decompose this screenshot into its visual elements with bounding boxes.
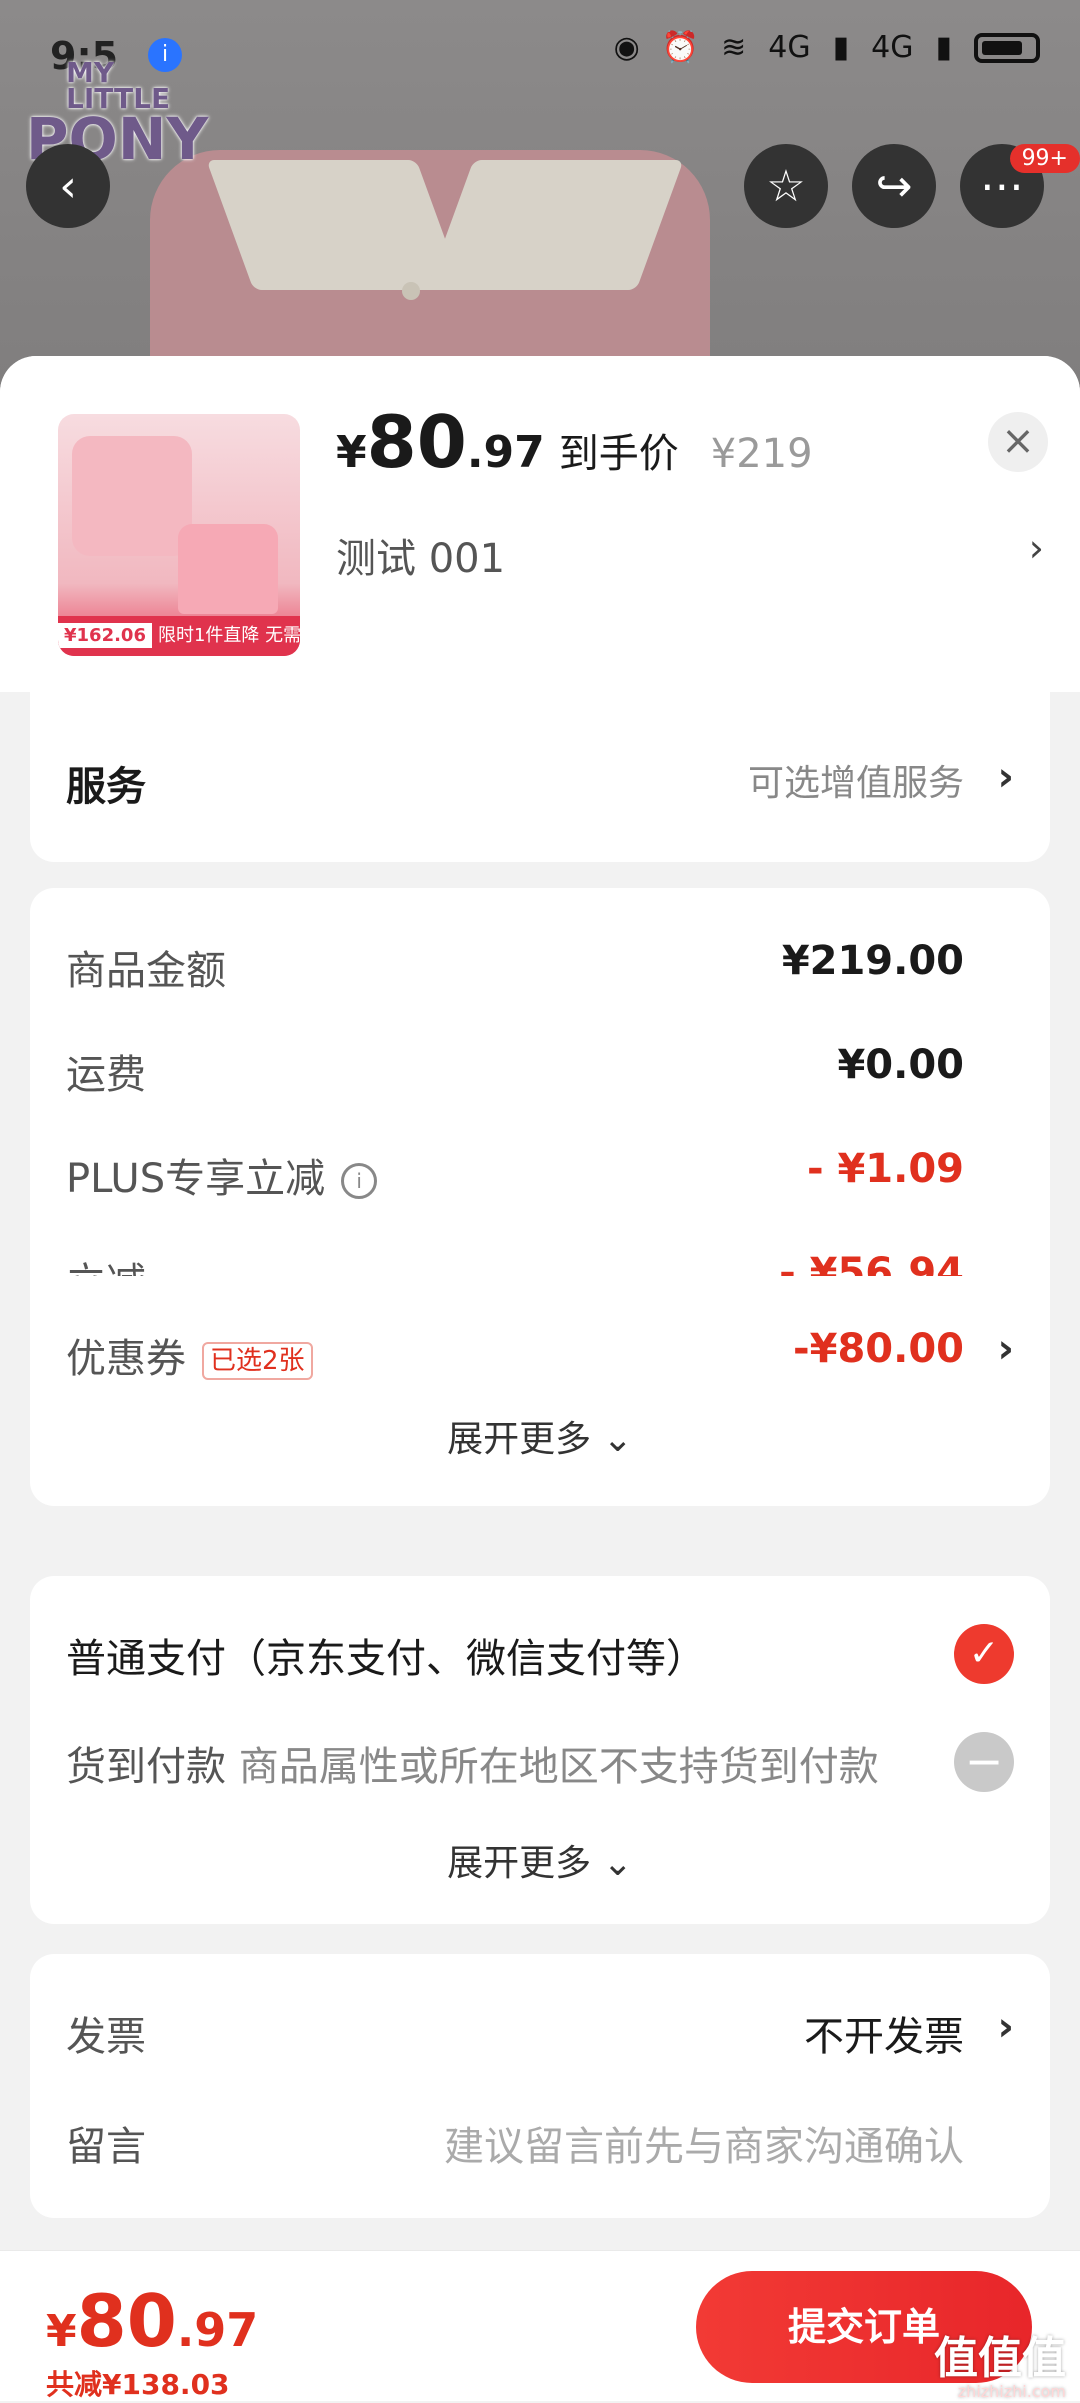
close-button[interactable]: × <box>988 412 1048 472</box>
expand-more-label: 展开更多 <box>447 1419 592 1460</box>
chevron-right-icon[interactable]: › <box>1029 526 1044 570</box>
chevron-right-icon: › <box>997 1326 1014 1372</box>
watermark-main: 值值值 <box>934 2333 1066 2384</box>
close-icon: × <box>1001 418 1035 464</box>
info-icon[interactable]: i <box>341 1163 378 1199</box>
disabled-minus-icon: − <box>954 1732 1014 1792</box>
status-icons: ◉ ⏰ ≋ 4G ▮ 4G ▮ <box>614 30 1040 65</box>
payment-cod-label: 货到付款 商品属性或所在地区不支持货到付款 <box>66 1734 879 1792</box>
chevron-right-icon: › <box>997 754 1014 800</box>
row-label: PLUS专享立减 i <box>66 1146 378 1204</box>
coupon-label: 优惠券 <box>66 1336 186 1382</box>
spec-selector[interactable]: 测试 001 <box>336 526 505 584</box>
pricing-card-lower: 优惠券 已选2张 -¥80.00 › 展开更多 ⌄ <box>30 1276 1050 1506</box>
order-sheet: ¥162.06限时1件直降 无需凑单 ¥ 80 .97 到手价 ¥219 × 测… <box>0 356 1080 2400</box>
checkout-bar: ¥ 80 .97 共减¥138.03 提交订单 <box>0 2250 1080 2401</box>
thumbnail-skirt <box>178 524 278 614</box>
share-button[interactable]: ↪ <box>852 144 936 228</box>
coupon-tag: 已选2张 <box>202 1342 313 1380</box>
thumbnail-cardigan <box>72 436 192 556</box>
wifi-icon: ≋ <box>721 30 747 65</box>
row-value: ¥219.00 <box>781 938 964 984</box>
back-arrow-icon: ‹ <box>59 160 77 212</box>
total-integer: 80 <box>76 2279 177 2363</box>
signal-icon: ▮ <box>832 30 850 65</box>
watermark: 值值值 zhizhizhi.com <box>934 2322 1066 2401</box>
row-value: -¥80.00 <box>793 1326 964 1372</box>
cod-title: 货到付款 <box>66 1744 226 1790</box>
eye-icon: ◉ <box>613 30 640 65</box>
payment-card: 普通支付（京东支付、微信支付等） ✓ 货到付款 商品属性或所在地区不支持货到付款… <box>30 1576 1050 1924</box>
service-title: 服务 <box>66 764 146 810</box>
share-icon: ↪ <box>875 160 913 212</box>
row-label: 运费 <box>66 1052 146 1098</box>
service-card[interactable]: 服务 可选增值服务 › <box>30 692 1050 862</box>
total-currency: ¥ <box>46 2306 77 2357</box>
invoice-label: 发票 <box>66 2014 146 2060</box>
product-image-button <box>402 282 420 300</box>
price-decimal: .97 <box>466 427 545 478</box>
signal-icon: ▮ <box>935 30 952 65</box>
back-button[interactable]: ‹ <box>26 144 110 228</box>
payment-normal-label: 普通支付（京东支付、微信支付等） <box>66 1636 706 1682</box>
service-hint: 可选增值服务 <box>747 763 964 804</box>
price-line: ¥ 80 .97 到手价 ¥219 <box>336 400 813 484</box>
expand-more-payment[interactable]: 展开更多 ⌄ <box>30 1834 1050 1886</box>
chevron-right-icon: › <box>997 2004 1014 2050</box>
thumbnail-price: ¥162.06 <box>58 623 152 648</box>
chevron-down-icon: ⌄ <box>602 1419 633 1460</box>
thumbnail-promo-bar: ¥162.06限时1件直降 无需凑单 <box>58 616 300 656</box>
checkmark-icon[interactable]: ✓ <box>954 1624 1014 1684</box>
thumbnail-promo-text: 限时1件直降 无需凑单 <box>157 625 300 646</box>
row-value: - ¥1.09 <box>806 1146 964 1192</box>
product-thumbnail[interactable]: ¥162.06限时1件直降 无需凑单 <box>58 414 300 656</box>
star-icon: ☆ <box>766 160 806 212</box>
price-integer: 80 <box>366 400 467 484</box>
total-price: ¥ 80 .97 <box>46 2279 258 2363</box>
original-price: ¥219 <box>710 431 813 477</box>
invoice-value: 不开发票 <box>804 2014 964 2060</box>
cod-note: 商品属性或所在地区不支持货到付款 <box>238 1744 879 1790</box>
price-currency: ¥ <box>336 427 367 478</box>
alarm-icon: ⏰ <box>661 30 700 65</box>
expand-more-label: 展开更多 <box>447 1843 592 1884</box>
note-label: 留言 <box>66 2124 146 2170</box>
pricing-card: 商品金额 ¥219.00 运费 ¥0.00 PLUS专享立减 i - ¥1.09 … <box>30 888 1050 1316</box>
watermark-sub: zhizhizhi.com <box>957 2382 1066 2401</box>
battery-icon <box>974 32 1040 63</box>
expand-more-pricing[interactable]: 展开更多 ⌄ <box>30 1410 1050 1462</box>
chevron-down-icon: ⌄ <box>602 1843 633 1884</box>
misc-card: 发票 不开发票 › 留言 建议留言前先与商家沟通确认 <box>30 1954 1050 2218</box>
total-decimal: .97 <box>176 2303 259 2357</box>
plus-discount-label: PLUS专享立减 <box>66 1156 326 1202</box>
signal-label-2: 4G <box>871 30 914 65</box>
signal-label-1: 4G <box>768 30 811 65</box>
product-header: ¥162.06限时1件直降 无需凑单 ¥ 80 .97 到手价 ¥219 × 测… <box>0 356 1080 692</box>
note-input[interactable]: 建议留言前先与商家沟通确认 <box>444 2114 964 2172</box>
row-label: 优惠券 已选2张 <box>66 1326 313 1384</box>
favorite-button[interactable]: ☆ <box>744 144 828 228</box>
row-label: 商品金额 <box>66 948 226 994</box>
row-value: ¥0.00 <box>837 1042 964 1088</box>
message-badge: 99+ <box>1009 144 1080 173</box>
price-label: 到手价 <box>558 431 679 477</box>
total-saved: 共减¥138.03 <box>46 2368 230 2401</box>
